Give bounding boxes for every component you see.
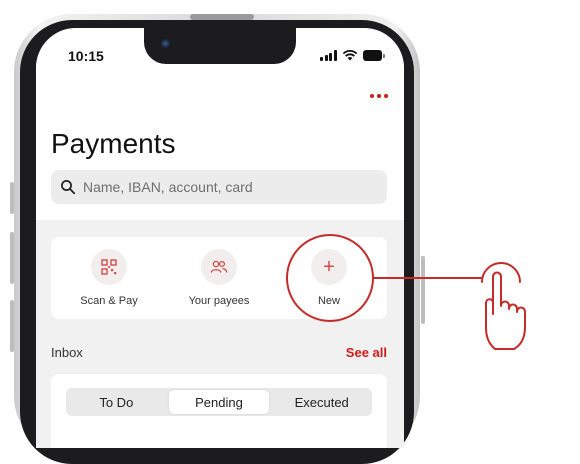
plus-icon: + [311, 249, 347, 285]
quick-actions-card: Scan & Pay Your payees + New [51, 237, 387, 319]
qr-code-icon [91, 249, 127, 285]
page-title: Payments [51, 128, 176, 159]
scan-and-pay-button[interactable]: Scan & Pay [59, 249, 159, 307]
inbox-card: To Do Pending Executed [51, 374, 387, 448]
your-payees-label: Your payees [188, 295, 250, 307]
front-camera [161, 39, 170, 48]
search-input[interactable]: Name, IBAN, account, card [51, 170, 387, 204]
status-time: 10:15 [68, 48, 104, 64]
see-all-link[interactable]: See all [346, 345, 387, 360]
people-icon [201, 249, 237, 285]
tap-hand-icon [481, 262, 526, 350]
phone-speaker [190, 14, 254, 20]
phone-side-button [10, 300, 14, 352]
wifi-icon [342, 50, 357, 61]
new-payment-label: New [317, 295, 340, 307]
search-placeholder: Name, IBAN, account, card [83, 179, 253, 195]
phone-side-button [421, 256, 425, 324]
inbox-header: Inbox See all [51, 345, 387, 360]
phone-screen: 10:15 Payments Name, IBAN, account, card… [36, 28, 404, 448]
battery-icon [362, 50, 385, 61]
tab-executed[interactable]: Executed [271, 388, 372, 416]
scan-and-pay-label: Scan & Pay [80, 295, 138, 307]
phone-side-button [10, 182, 14, 214]
more-dots-icon[interactable] [370, 94, 388, 98]
inbox-tabs: To Do Pending Executed [66, 388, 372, 416]
new-payment-button[interactable]: + New [279, 249, 379, 307]
your-payees-button[interactable]: Your payees [169, 249, 269, 307]
tab-pending[interactable]: Pending [168, 390, 270, 414]
tab-to-do[interactable]: To Do [66, 388, 167, 416]
status-icons [320, 49, 385, 61]
phone-side-button [10, 232, 14, 284]
inbox-title: Inbox [51, 345, 83, 360]
search-icon [61, 180, 76, 195]
cellular-signal-icon [320, 50, 337, 61]
